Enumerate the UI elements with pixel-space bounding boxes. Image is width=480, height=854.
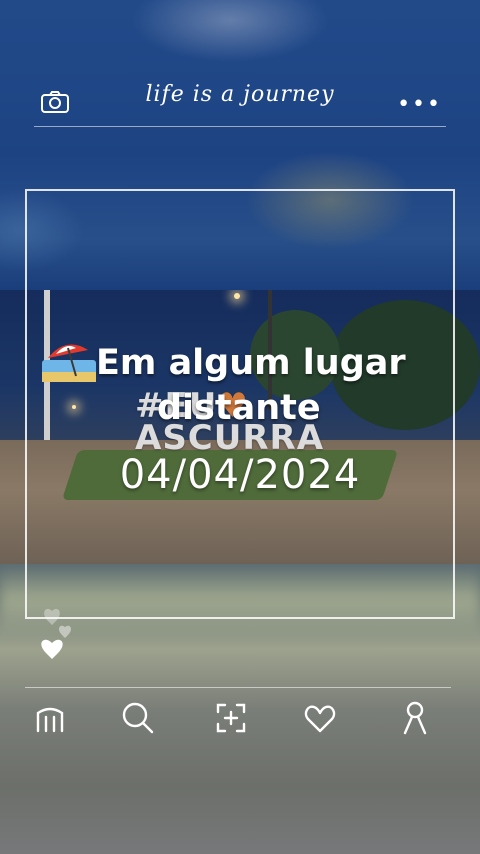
post-caption: Em algum lugar distante <box>42 340 442 428</box>
bottom-navigation <box>25 687 451 748</box>
beach-umbrella-emoji <box>42 336 96 384</box>
heart-icon <box>44 608 60 625</box>
search-icon[interactable] <box>120 700 156 736</box>
post-date: 04/04/2024 <box>119 452 361 498</box>
more-dots-icon[interactable]: ••• <box>397 92 442 117</box>
caption-line1: Em algum lugar <box>96 343 406 383</box>
heart-icon <box>41 639 63 659</box>
app-title: life is a journey <box>145 82 335 107</box>
add-post-icon[interactable] <box>213 700 249 736</box>
profile-icon[interactable] <box>397 700 433 736</box>
heart-icon <box>58 625 72 638</box>
heart-icon[interactable] <box>302 700 338 736</box>
caption-line2: distante <box>157 388 321 428</box>
top-bar: life is a journey ••• <box>34 80 446 127</box>
home-icon[interactable] <box>32 700 68 736</box>
reaction-hearts <box>38 605 82 669</box>
